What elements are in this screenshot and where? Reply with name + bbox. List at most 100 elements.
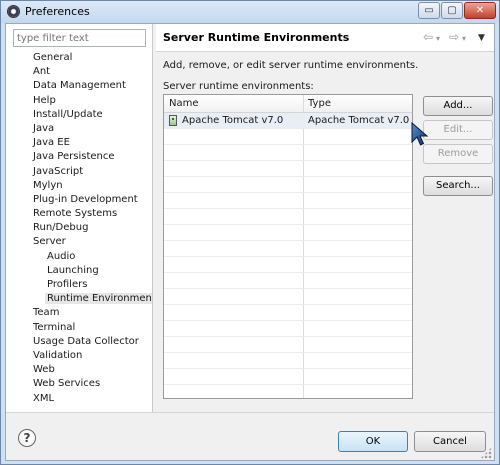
- tree-item[interactable]: Ant: [6, 65, 152, 79]
- tree-item[interactable]: Remote Systems: [6, 207, 152, 221]
- empty-table-row: [164, 193, 412, 209]
- preferences-tree: General Ant Data Management Help Install/Upd…: [6, 51, 164, 406]
- empty-table-row: [164, 161, 412, 177]
- column-header-type[interactable]: Type: [308, 98, 331, 109]
- tree-item-label: Plug-in Development: [33, 193, 138, 205]
- page-description: Add, remove, or edit server runtime envi…: [163, 60, 419, 71]
- empty-table-row: [164, 129, 412, 145]
- tree-item-label: Help: [33, 94, 56, 106]
- tree-item[interactable]: Web: [6, 363, 152, 377]
- preferences-window: Preferences ▭ ▢ ✕ General Ant Data Managem…: [0, 0, 500, 465]
- minimize-button[interactable]: ▭: [418, 2, 440, 19]
- dialog-client-area: General Ant Data Management Help Install/Upd…: [5, 23, 495, 461]
- tree-item[interactable]: Terminal: [6, 321, 152, 335]
- empty-table-row: [164, 305, 412, 321]
- empty-table-row: [164, 337, 412, 353]
- remove-button[interactable]: Remove: [423, 144, 493, 164]
- tree-item[interactable]: Server: [6, 235, 152, 249]
- empty-table-row: [164, 225, 412, 241]
- cancel-button[interactable]: Cancel: [414, 431, 486, 452]
- tree-item-label: Launching: [47, 264, 99, 276]
- tree-item-label: Runtime Environments: [45, 293, 164, 305]
- page-header: Server Runtime Environments ⇦ ▾ ⇨ ▾ ▼: [156, 24, 494, 52]
- tree-item-label: Usage Data Collector: [33, 335, 139, 347]
- column-header-name[interactable]: Name: [169, 98, 199, 109]
- tree-item-label: Validation: [33, 349, 83, 361]
- tree-item-label: Remote Systems: [33, 208, 118, 220]
- tree-item[interactable]: Launching: [6, 264, 152, 278]
- runtime-list-label: Server runtime environments:: [163, 81, 314, 92]
- empty-table-row: [164, 145, 412, 161]
- tree-item-label: Java EE: [33, 137, 70, 149]
- runtime-table: Name Type Apache Tomcat v7.0 Apache Tomca…: [163, 94, 413, 399]
- close-button[interactable]: ✕: [464, 2, 496, 19]
- tree-item[interactable]: Web Services: [6, 377, 152, 391]
- tree-item[interactable]: Mylyn: [6, 179, 152, 193]
- tree-item-label: Team: [33, 307, 60, 319]
- tree-item[interactable]: JavaScript: [6, 165, 152, 179]
- add-button[interactable]: Add...: [423, 96, 493, 116]
- tree-item-label: Server: [33, 236, 66, 248]
- tree-item[interactable]: Install/Update: [6, 108, 152, 122]
- ok-button[interactable]: OK: [338, 431, 408, 452]
- table-row[interactable]: Apache Tomcat v7.0 Apache Tomcat v7.0: [164, 113, 412, 129]
- tree-item-label: Web Services: [33, 378, 101, 390]
- empty-table-row: [164, 257, 412, 273]
- empty-table-row: [164, 321, 412, 337]
- cell-type: Apache Tomcat v7.0: [308, 115, 410, 126]
- tree-item-label: General: [33, 52, 73, 63]
- button-bar: ? OK Cancel: [6, 412, 494, 460]
- tree-item[interactable]: Java Persistence: [6, 150, 152, 164]
- tree-item-label: Audio: [47, 250, 76, 262]
- empty-table-row: [164, 353, 412, 369]
- empty-table-row: [164, 241, 412, 257]
- tree-item[interactable]: Java: [6, 122, 152, 136]
- search-button[interactable]: Search...: [423, 176, 493, 196]
- tree-item[interactable]: General: [6, 51, 152, 65]
- forward-dropdown-icon[interactable]: ▾: [462, 33, 466, 45]
- tree-item-label: Terminal: [33, 321, 76, 333]
- back-dropdown-icon[interactable]: ▾: [436, 33, 440, 45]
- empty-table-row: [164, 177, 412, 193]
- tree-item[interactable]: Java EE: [6, 136, 152, 150]
- tree-item[interactable]: Usage Data Collector: [6, 335, 152, 349]
- tree-item-label: Ant: [33, 66, 51, 78]
- tree-item-label: XML: [33, 392, 55, 404]
- tree-item[interactable]: Team: [6, 306, 152, 320]
- tree-item[interactable]: Help: [6, 94, 152, 108]
- tree-item[interactable]: Validation: [6, 349, 152, 363]
- filter-input[interactable]: [13, 29, 146, 47]
- help-icon[interactable]: ?: [18, 429, 36, 447]
- tree-item[interactable]: Audio: [6, 250, 152, 264]
- edit-button[interactable]: Edit...: [423, 120, 493, 140]
- maximize-button[interactable]: ▢: [441, 2, 463, 19]
- view-menu-icon[interactable]: ▼: [478, 32, 485, 44]
- empty-table-row: [164, 369, 412, 385]
- tree-item-label: Java Persistence: [33, 151, 115, 163]
- tree-item-label: JavaScript: [33, 165, 84, 177]
- server-runtime-icon: [169, 115, 177, 126]
- tree-item[interactable]: Plug-in Development: [6, 193, 152, 207]
- empty-table-row: [164, 273, 412, 289]
- tree-item[interactable]: Profilers: [6, 278, 152, 292]
- mouse-pointer-icon: [411, 122, 429, 146]
- tree-item[interactable]: Run/Debug: [6, 221, 152, 235]
- forward-arrow-icon[interactable]: ⇨: [449, 31, 459, 43]
- preference-page: Server Runtime Environments ⇦ ▾ ⇨ ▾ ▼ Ad…: [156, 24, 494, 412]
- back-arrow-icon[interactable]: ⇦: [423, 31, 433, 43]
- preferences-tree-panel: General Ant Data Management Help Install/Upd…: [6, 24, 164, 412]
- window-title: Preferences: [25, 5, 90, 18]
- tree-item-label: Mylyn: [33, 179, 63, 191]
- table-header: Name Type: [164, 95, 412, 113]
- tree-item[interactable]: XML: [6, 392, 152, 406]
- tree-item-label: Profilers: [47, 279, 88, 290]
- eclipse-icon: [7, 5, 20, 18]
- tree-item-label: Install/Update: [33, 108, 103, 120]
- tree-item-label: Data Management: [33, 80, 126, 92]
- tree-item[interactable]: Data Management: [6, 79, 152, 93]
- tree-item[interactable]: Runtime Environments: [6, 292, 164, 306]
- empty-table-row: [164, 289, 412, 305]
- tree-item-label: Web: [33, 364, 55, 376]
- page-title: Server Runtime Environments: [163, 31, 350, 44]
- tree-item-label: Java: [33, 122, 55, 134]
